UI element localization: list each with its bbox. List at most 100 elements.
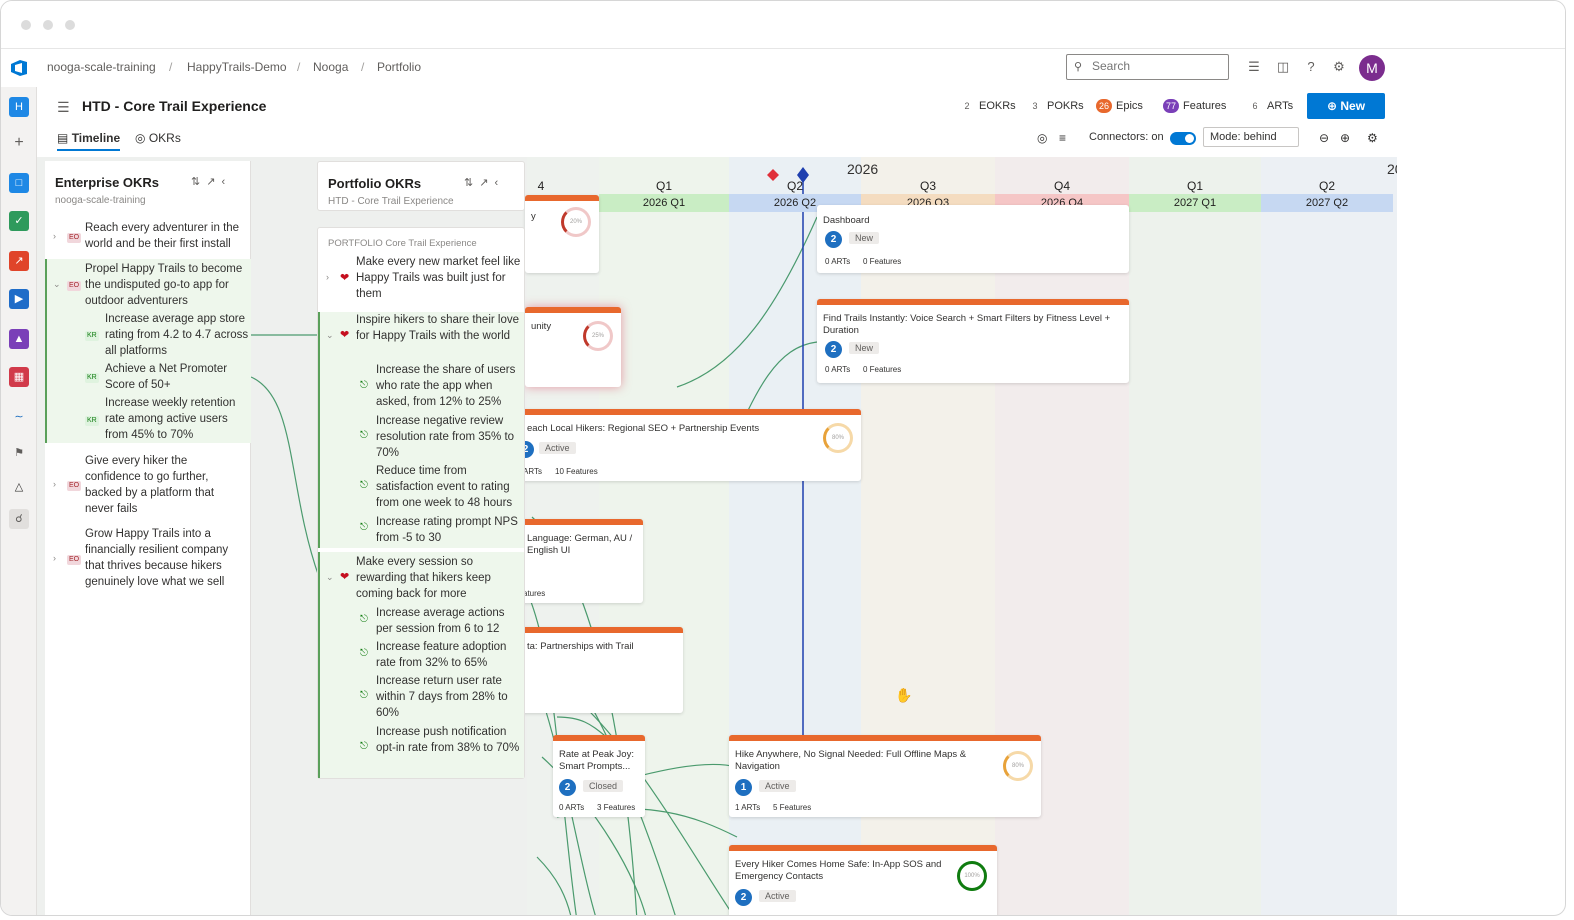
panel-actions[interactable]: ⇅↗‹: [191, 175, 231, 188]
zoom-out-icon[interactable]: ⊖: [1319, 131, 1329, 145]
avatar[interactable]: M: [1359, 55, 1385, 81]
key-result[interactable]: Increase push notification opt-in rate f…: [376, 724, 522, 756]
card-title: each Local Hikers: Regional SEO + Partne…: [527, 423, 760, 434]
test-plans-icon[interactable]: ▲: [9, 329, 29, 349]
chevron-right-icon[interactable]: ›: [326, 272, 329, 282]
chevron-right-icon[interactable]: ›: [53, 231, 56, 241]
epic-card[interactable]: Every Hiker Comes Home Safe: In-App SOS …: [729, 845, 997, 915]
enterprise-objective[interactable]: Grow Happy Trails into a financially res…: [85, 526, 247, 590]
boards-icon[interactable]: ✓: [9, 211, 29, 231]
progress-ring: 25%: [583, 321, 613, 351]
overview-icon[interactable]: □: [9, 173, 29, 193]
key-result[interactable]: Increase return user rate within 7 days …: [376, 673, 522, 721]
card-title: Find Trails Instantly: Voice Search + Sm…: [823, 313, 1111, 336]
key-result[interactable]: Increase negative review resolution rate…: [376, 413, 526, 461]
settings-icon[interactable]: ⚙: [1367, 131, 1378, 145]
status-badge: New: [849, 232, 880, 244]
portfolio-icon[interactable]: ☌: [9, 509, 29, 529]
mode-select[interactable]: Mode: behind: [1203, 127, 1299, 147]
epic-card[interactable]: Rate at Peak Joy: Smart Prompts... 2 Clo…: [553, 735, 645, 817]
epic-card[interactable]: Language: German, AU / English UI atures: [521, 519, 643, 603]
enterprise-objective[interactable]: Reach every adventurer in the world and …: [85, 220, 247, 252]
status-badge: New: [849, 342, 880, 354]
flag-icon[interactable]: ⚑: [9, 443, 29, 463]
chevron-right-icon[interactable]: ›: [53, 553, 56, 563]
chevron-down-icon[interactable]: ⌄: [53, 279, 61, 290]
expand-icon[interactable]: ↗: [206, 176, 221, 188]
panel-actions[interactable]: ⇅↗‹: [464, 176, 504, 189]
chevron-down-icon[interactable]: ⌄: [326, 572, 334, 583]
window-zoom-dot[interactable]: [65, 20, 75, 30]
collapse-icon[interactable]: ‹: [494, 177, 504, 189]
epic-card[interactable]: unity 25%: [525, 307, 621, 387]
key-result[interactable]: Increase average app store rating from 4…: [105, 311, 251, 359]
key-result[interactable]: Reduce time from satisfaction event to r…: [376, 463, 522, 511]
key-result[interactable]: Increase the share of users who rate the…: [376, 362, 522, 410]
epic-card[interactable]: y 20%: [525, 195, 599, 273]
tab-okrs[interactable]: ◎ OKRs: [135, 131, 181, 145]
stat-epics[interactable]: 26 Epics: [1096, 99, 1143, 113]
project-h-icon[interactable]: H: [9, 97, 29, 117]
window-close-dot[interactable]: [21, 20, 31, 30]
help-icon[interactable]: ?: [1302, 58, 1320, 76]
card-title: ta: Partnerships with Trail: [527, 641, 634, 652]
repos-icon[interactable]: ↗: [9, 251, 29, 271]
timeline-extension-icon[interactable]: ∼: [9, 407, 29, 427]
new-button[interactable]: ⊕ New: [1307, 93, 1385, 119]
epic-card[interactable]: ta: Partnerships with Trail: [521, 627, 683, 713]
card-count-badge: 2: [735, 889, 752, 906]
enterprise-objective[interactable]: Give every hiker the confidence to go fu…: [85, 453, 245, 517]
plus-circle-icon: ⊕: [1326, 99, 1338, 113]
breadcrumb-org[interactable]: nooga-scale-training: [47, 60, 156, 74]
expand-icon[interactable]: ↗: [479, 177, 494, 189]
connectors-toggle[interactable]: [1170, 132, 1196, 145]
window-minimize-dot[interactable]: [43, 20, 53, 30]
artifacts-icon[interactable]: ▦: [9, 367, 29, 387]
add-icon[interactable]: +: [9, 133, 29, 153]
filter-icon[interactable]: ≡: [1059, 131, 1066, 145]
sort-icon[interactable]: ⇅: [464, 177, 479, 189]
left-rail: H + □ ✓ ↗ ▶ ▲ ▦ ∼ ⚑ △ ☌: [1, 87, 37, 915]
quarter-label: Q2: [786, 179, 803, 193]
stat-features[interactable]: 77 Features: [1163, 99, 1226, 113]
breadcrumb-team[interactable]: Nooga: [313, 60, 348, 74]
epic-card[interactable]: each Local Hikers: Regional SEO + Partne…: [517, 409, 861, 481]
search-input[interactable]: [1092, 59, 1222, 73]
key-result[interactable]: Achieve a Net Promoter Score of 50+: [105, 361, 251, 393]
breadcrumb-project[interactable]: HappyTrails-Demo: [187, 60, 287, 74]
stat-arts[interactable]: 6 ARTs: [1247, 99, 1293, 113]
zoom-in-icon[interactable]: ⊕: [1340, 131, 1350, 145]
epic-card[interactable]: Dashboard 2 New 0 ARTs 0 Features: [817, 205, 1129, 273]
chevron-right-icon[interactable]: ›: [53, 479, 56, 489]
portfolio-objective[interactable]: Inspire hikers to share their love for H…: [356, 312, 522, 344]
card-title: Language: German, AU / English UI: [527, 533, 633, 556]
globe-icon[interactable]: ◎: [1037, 131, 1047, 145]
key-result[interactable]: Increase weekly retention rate among act…: [105, 395, 251, 443]
breadcrumb-portfolio[interactable]: Portfolio: [377, 60, 421, 74]
breadcrumb-separator: /: [297, 60, 301, 74]
chevron-down-icon[interactable]: ⌄: [326, 330, 334, 341]
stat-pokrs[interactable]: 3 POKRs: [1027, 99, 1083, 113]
stat-eokrs[interactable]: 2 EOKRs: [959, 99, 1015, 113]
epic-card[interactable]: Find Trails Instantly: Voice Search + Sm…: [817, 299, 1129, 383]
key-result[interactable]: Increase average actions per session fro…: [376, 605, 522, 637]
enterprise-objective[interactable]: Propel Happy Trails to become the undisp…: [85, 261, 249, 309]
key-result[interactable]: Increase feature adoption rate from 32% …: [376, 639, 522, 671]
sort-icon[interactable]: ⇅: [191, 176, 206, 188]
card-count-badge: 2: [559, 779, 576, 796]
stack-icon[interactable]: △: [9, 477, 29, 497]
collapse-icon[interactable]: ‹: [221, 176, 231, 188]
task-list-icon[interactable]: ☰: [1245, 58, 1263, 76]
key-result[interactable]: Increase rating prompt NPS from -5 to 30: [376, 514, 526, 546]
search-box[interactable]: ⚲: [1066, 54, 1229, 80]
portfolio-objective[interactable]: Make every session so rewarding that hik…: [356, 554, 522, 602]
status-badge: Closed: [583, 780, 624, 792]
shopping-bag-icon[interactable]: ◫: [1274, 58, 1292, 76]
portfolio-objective[interactable]: Make every new market feel like Happy Tr…: [356, 254, 522, 302]
user-settings-icon[interactable]: ⚙: [1330, 58, 1348, 76]
pipelines-icon[interactable]: ▶: [9, 289, 29, 309]
timeline-canvas[interactable]: 2026 20 4 Q1 Q2 Q3 Q4 Q1 Q2 2026 Q1 2026…: [37, 157, 1397, 915]
epic-card[interactable]: Hike Anywhere, No Signal Needed: Full Of…: [729, 735, 1041, 817]
tab-timeline[interactable]: ▤ Timeline: [57, 131, 121, 151]
azure-devops-logo-icon[interactable]: [9, 58, 29, 78]
